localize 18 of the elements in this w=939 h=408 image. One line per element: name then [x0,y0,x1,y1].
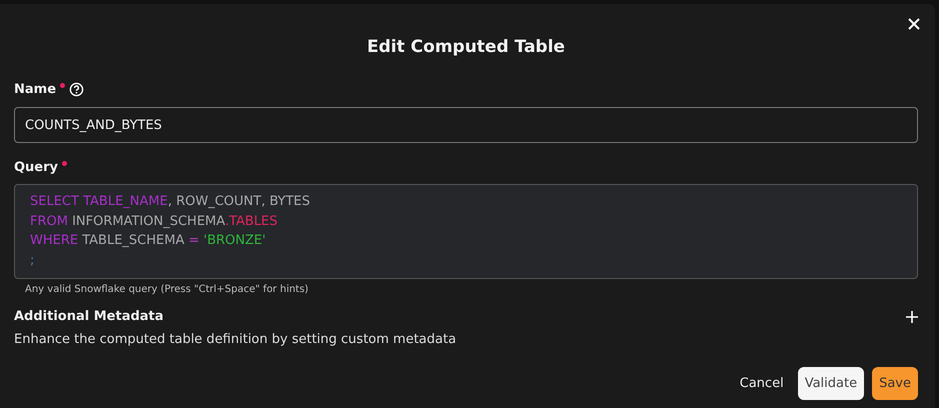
field-label: Name [14,82,56,97]
section-description: Enhance the computed table definition by setting custom metadata [14,332,458,347]
help-icon[interactable] [69,82,84,97]
cancel-button[interactable]: Cancel [734,367,790,400]
add-icon[interactable] [906,310,918,322]
name-input[interactable]: COUNTS_AND_BYTES [14,107,918,143]
section-title: Additional Metadata [14,309,164,324]
close-icon[interactable] [908,18,920,30]
query-editor[interactable]: SELECT TABLE_NAME, ROW_COUNT, BYTES FROM INFORMATION_SCHEMA.TABLES WHERE TABLE_SCHEMA = 'BRONZE' ; [14,184,918,279]
code-line: ; [30,252,36,270]
code-line: FROM INFORMATION_SCHEMA.TABLES [30,212,279,230]
code-line: WHERE TABLE_SCHEMA = 'BRONZE' [30,232,267,250]
code-line: SELECT TABLE_NAME, ROW_COUNT, BYTES [30,193,312,211]
save-button[interactable]: Save [872,367,918,400]
query-hint: Any valid Snowflake query (Press "Ctrl+Space" for hints) [25,284,310,295]
dialog-title: Edit Computed Table [367,37,565,57]
field-label: Query [14,160,58,175]
validate-button[interactable]: Validate [798,367,864,400]
